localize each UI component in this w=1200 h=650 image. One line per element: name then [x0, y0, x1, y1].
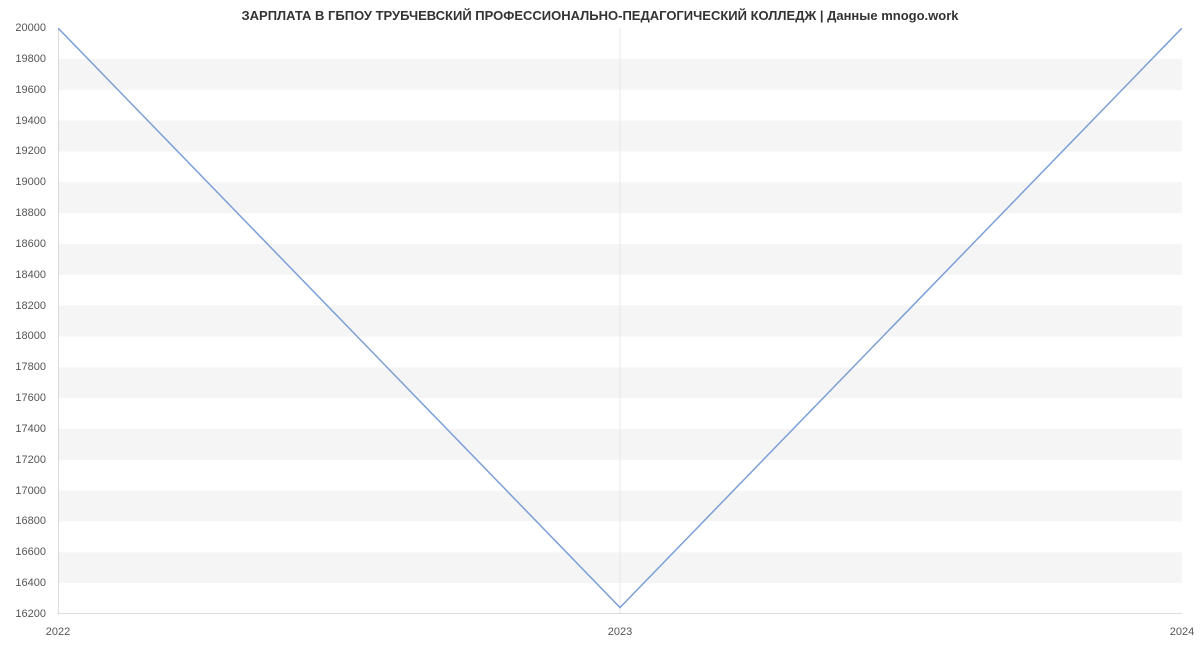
y-tick-label: 17800 — [15, 361, 46, 373]
x-tick-label: 2023 — [608, 626, 632, 638]
y-tick-label: 16600 — [15, 546, 46, 558]
plot-svg — [58, 28, 1182, 614]
plot-area — [58, 28, 1182, 614]
y-tick-label: 18000 — [15, 330, 46, 342]
x-tick-label: 2024 — [1170, 626, 1194, 638]
y-tick-label: 18800 — [15, 207, 46, 219]
y-tick-label: 17200 — [15, 454, 46, 466]
x-tick-label: 2022 — [46, 626, 70, 638]
y-tick-label: 16200 — [15, 608, 46, 620]
y-tick-label: 18600 — [15, 238, 46, 250]
y-tick-label: 16800 — [15, 515, 46, 527]
y-tick-label: 19200 — [15, 145, 46, 157]
x-axis-labels: 202220232024 — [58, 620, 1182, 650]
y-tick-label: 19600 — [15, 84, 46, 96]
y-tick-label: 17000 — [15, 485, 46, 497]
y-tick-label: 19800 — [15, 53, 46, 65]
y-tick-label: 17600 — [15, 392, 46, 404]
chart-container: ЗАРПЛАТА В ГБПОУ ТРУБЧЕВСКИЙ ПРОФЕССИОНА… — [0, 0, 1200, 650]
y-tick-label: 16400 — [15, 577, 46, 589]
y-tick-label: 18400 — [15, 269, 46, 281]
y-tick-label: 20000 — [15, 22, 46, 34]
y-axis-labels: 1620016400166001680017000172001740017600… — [0, 28, 52, 614]
y-tick-label: 19400 — [15, 115, 46, 127]
y-tick-label: 17400 — [15, 423, 46, 435]
chart-title: ЗАРПЛАТА В ГБПОУ ТРУБЧЕВСКИЙ ПРОФЕССИОНА… — [0, 0, 1200, 27]
y-tick-label: 18200 — [15, 300, 46, 312]
y-tick-label: 19000 — [15, 176, 46, 188]
